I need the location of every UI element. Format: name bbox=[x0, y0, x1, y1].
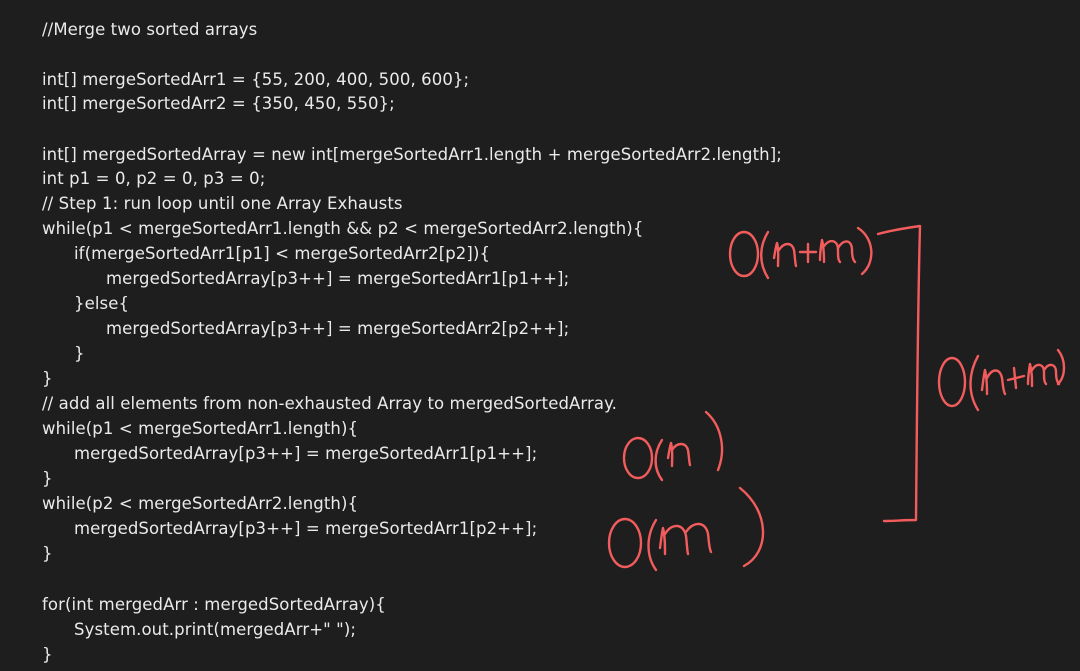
code-line: } bbox=[42, 645, 53, 664]
total-complexity-annotation bbox=[937, 348, 1066, 412]
code-canvas: //Merge two sorted arrays int[] mergeSor… bbox=[0, 0, 1080, 671]
comment-line: // Step 1: run loop until one Array Exha… bbox=[42, 194, 403, 213]
code-line: int[] mergedSortedArray = new int[mergeS… bbox=[42, 145, 782, 164]
code-line: for(int mergedArr : mergedSortedArray){ bbox=[42, 595, 386, 614]
code-line: System.out.print(mergedArr+" "); bbox=[74, 620, 357, 639]
code-line: mergedSortedArray[p3++] = mergeSortedArr… bbox=[74, 519, 538, 538]
code-line: } bbox=[74, 344, 85, 363]
code-line: int p1 = 0, p2 = 0, p3 = 0; bbox=[42, 169, 266, 188]
code-line: } bbox=[42, 369, 53, 388]
code-line: while(p1 < mergeSortedArr1.length && p2 … bbox=[42, 219, 644, 238]
comment-line: // add all elements from non-exhausted A… bbox=[42, 394, 617, 413]
code-line: mergedSortedArray[p3++] = mergeSortedArr… bbox=[74, 444, 538, 463]
code-line: mergedSortedArray[p3++] = mergeSortedArr… bbox=[106, 319, 570, 338]
code-line: int[] mergeSortedArr2 = {350, 450, 550}; bbox=[42, 94, 395, 113]
code-line: }else{ bbox=[74, 294, 130, 313]
second-loop-complexity-annotation bbox=[622, 410, 724, 482]
code-line: while(p2 < mergeSortedArr2.length){ bbox=[42, 494, 359, 513]
code-line: if(mergeSortedArr1[p1] < mergeSortedArr2… bbox=[74, 244, 491, 263]
comment-line: //Merge two sorted arrays bbox=[42, 20, 258, 39]
complexity-bracket bbox=[876, 224, 922, 523]
code-line: while(p1 < mergeSortedArr1.length){ bbox=[42, 419, 359, 438]
code-line: mergedSortedArray[p3++] = mergeSortedArr… bbox=[106, 269, 570, 288]
code-line: } bbox=[42, 544, 53, 563]
third-loop-complexity-annotation bbox=[607, 486, 765, 572]
code-line: } bbox=[42, 469, 53, 488]
first-loop-complexity-annotation bbox=[728, 226, 873, 280]
code-line: int[] mergeSortedArr1 = {55, 200, 400, 5… bbox=[42, 70, 470, 89]
